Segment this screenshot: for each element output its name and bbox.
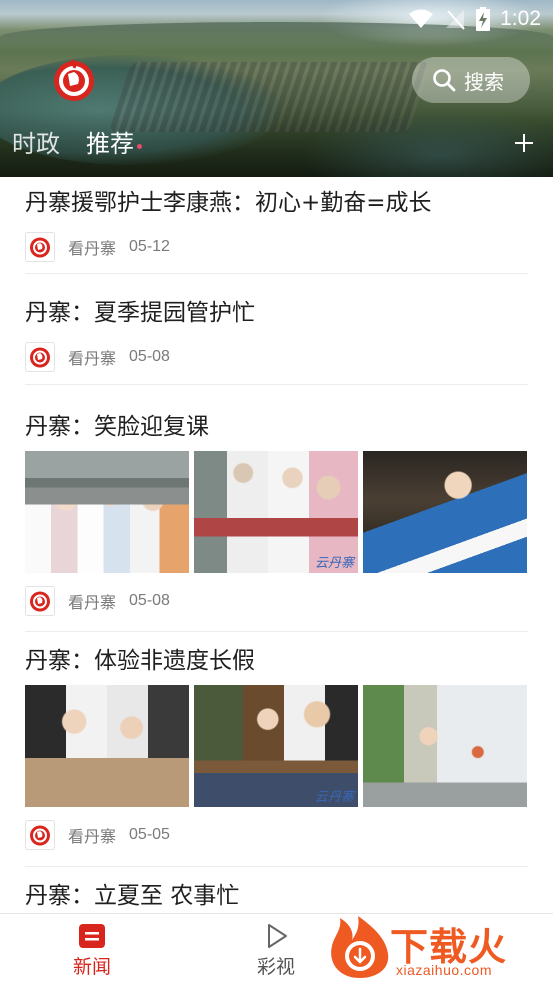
header-banner: 1:02 搜索 时政 推荐	[0, 0, 553, 177]
image-watermark: 云丹寨	[314, 790, 354, 805]
nav-news-label: 新闻	[72, 956, 111, 978]
news-image[interactable]: 云丹寨	[194, 685, 358, 807]
divider	[25, 866, 528, 867]
news-title[interactable]: 丹寨援鄂护士李康燕：初心+勤奋=成长	[25, 187, 528, 219]
brand-url: xiazaihuo.com	[396, 962, 492, 978]
news-title[interactable]: 丹寨：笑脸迎复课	[25, 411, 528, 443]
news-image[interactable]	[363, 451, 527, 573]
status-bar: 1:02	[408, 4, 541, 34]
news-date: 05-08	[129, 592, 170, 609]
news-image-row: 云丹寨	[25, 685, 528, 807]
divider	[25, 631, 528, 632]
source-logo-icon	[25, 342, 55, 372]
source-logo-icon	[25, 820, 55, 850]
news-meta: 看丹寨 05-05	[25, 820, 528, 850]
news-item[interactable]: 丹寨：夏季提园管护忙 看丹寨 05-08	[25, 297, 528, 372]
news-image[interactable]	[25, 451, 189, 573]
wifi-icon	[409, 9, 434, 28]
news-date: 05-12	[129, 238, 170, 255]
nav-news[interactable]: 新闻	[52, 922, 132, 979]
app-logo-icon[interactable]	[50, 56, 98, 104]
news-item[interactable]: 丹寨：体验非遗度长假 云丹寨 看丹寨 05-05	[25, 645, 528, 850]
image-watermark: 云丹寨	[314, 556, 354, 571]
play-icon	[268, 924, 287, 948]
news-item[interactable]: 丹寨援鄂护士李康燕：初心+勤奋=成长 看丹寨 05-12	[25, 187, 528, 262]
news-source: 看丹寨	[68, 349, 117, 368]
news-icon	[79, 924, 105, 948]
news-title[interactable]: 丹寨：体验非遗度长假	[25, 645, 528, 677]
battery-charging-icon	[476, 7, 491, 31]
news-meta: 看丹寨 05-08	[25, 586, 528, 616]
news-meta: 看丹寨 05-08	[25, 342, 528, 372]
source-logo-icon	[25, 586, 55, 616]
status-time: 1:02	[500, 7, 541, 30]
news-title[interactable]: 丹寨：夏季提园管护忙	[25, 297, 528, 329]
news-source: 看丹寨	[68, 593, 117, 612]
channel-tabs: 时政 推荐	[12, 126, 142, 162]
tab-tuijian[interactable]: 推荐	[86, 126, 142, 162]
news-image[interactable]: 云丹寨	[194, 451, 358, 573]
search-label: 搜索	[464, 69, 504, 94]
flame-logo-icon	[331, 916, 389, 978]
nav-video[interactable]: 彩视	[236, 922, 316, 979]
news-item[interactable]: 丹寨：立夏至 农事忙	[25, 880, 528, 912]
news-image[interactable]	[25, 685, 189, 807]
divider	[25, 384, 528, 385]
news-date: 05-08	[129, 348, 170, 365]
nav-video-label: 彩视	[256, 956, 295, 978]
source-logo-icon	[25, 232, 55, 262]
news-item[interactable]: 丹寨：笑脸迎复课 云丹寨 看丹寨 05-08	[25, 411, 528, 616]
news-image-row: 云丹寨	[25, 451, 528, 573]
tab-shizheng[interactable]: 时政	[12, 126, 60, 162]
search-icon	[433, 69, 456, 92]
no-signal-icon	[446, 10, 465, 30]
divider	[25, 273, 528, 274]
news-date: 05-05	[129, 826, 170, 843]
news-feed[interactable]: 丹寨援鄂护士李康燕：初心+勤奋=成长 看丹寨 05-12 丹寨：夏季提园管护忙 …	[0, 177, 553, 913]
news-meta: 看丹寨 05-12	[25, 232, 528, 262]
watermark-brand: 下载火 xiazaihuo.com	[326, 912, 548, 982]
news-image[interactable]	[363, 685, 527, 807]
news-source: 看丹寨	[68, 239, 117, 258]
news-source: 看丹寨	[68, 827, 117, 846]
search-button[interactable]: 搜索	[412, 57, 530, 103]
news-title[interactable]: 丹寨：立夏至 农事忙	[25, 880, 528, 912]
add-channel-icon[interactable]	[513, 132, 535, 154]
